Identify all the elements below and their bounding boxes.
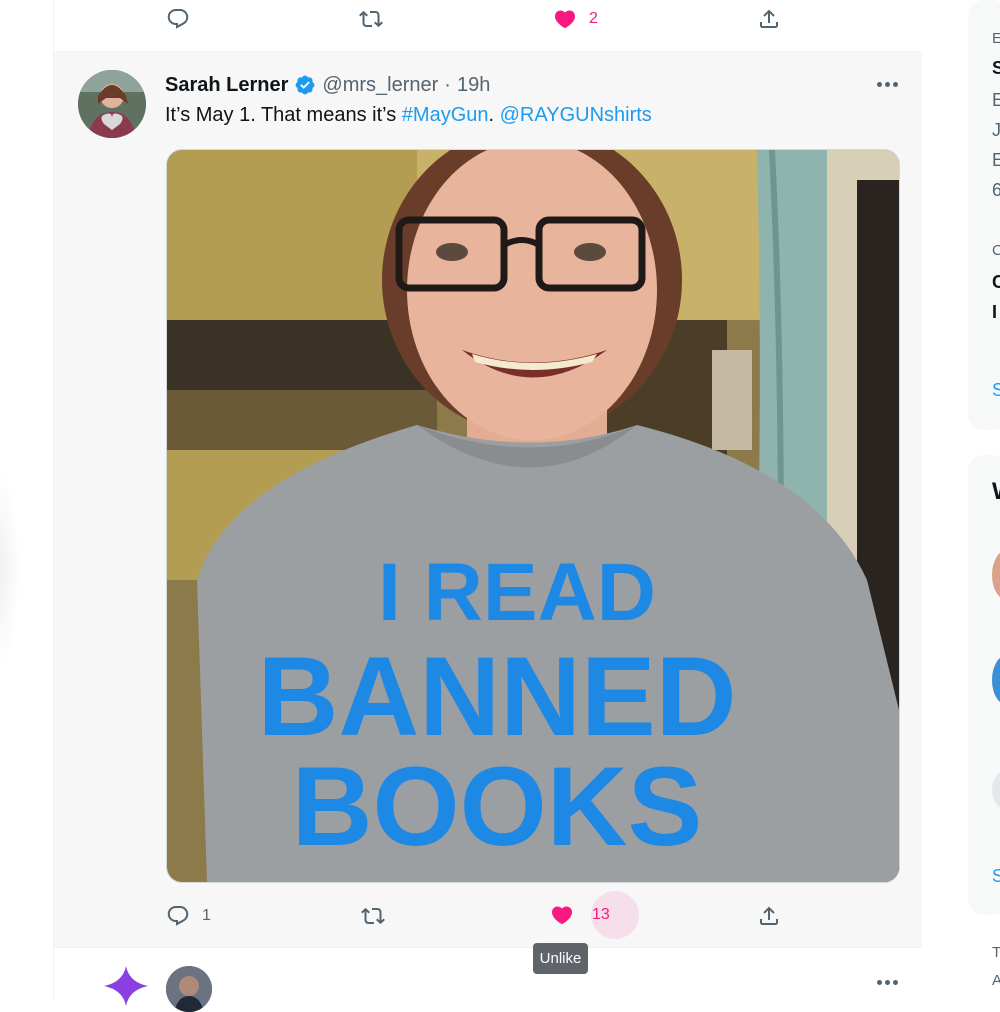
share-button[interactable] xyxy=(757,904,781,928)
mention-link[interactable]: @RAYGUNshirts xyxy=(500,104,652,126)
like-button[interactable]: 2 xyxy=(553,7,598,31)
retweet-icon xyxy=(361,907,385,925)
show-more-link[interactable]: S xyxy=(992,866,1000,887)
tweet-text-middle: . xyxy=(488,104,500,126)
shirt-text-line1: I READ xyxy=(378,547,656,638)
like-count: 13 xyxy=(592,906,610,923)
reply-button[interactable] xyxy=(166,7,190,31)
tweet-text: It’s May 1. That means it’s #MayGun. @RA… xyxy=(165,104,652,127)
more-dot xyxy=(884,979,890,985)
avatar-image xyxy=(166,966,212,1012)
sidebar-fragment: E xyxy=(992,90,1000,110)
separator-dot: · xyxy=(444,73,451,96)
unlike-button[interactable]: 13 xyxy=(550,903,610,927)
share-button[interactable] xyxy=(757,7,781,31)
share-icon xyxy=(760,906,778,925)
footer-link[interactable]: A xyxy=(992,972,1000,989)
sidebar-fragment[interactable]: S xyxy=(992,58,1000,79)
right-sidebar: E S E J E 6 C C I S W S T A xyxy=(922,0,1000,1000)
tooltip-label: Unlike xyxy=(539,950,582,967)
heart-filled-icon xyxy=(554,10,576,29)
footer-link[interactable]: T xyxy=(992,944,1000,961)
next-author-avatar[interactable] xyxy=(166,966,212,1012)
heart-filled-icon xyxy=(551,906,573,925)
reply-button[interactable]: 1 xyxy=(166,904,211,928)
sidebar-fragment[interactable]: C xyxy=(992,272,1000,293)
more-options-button[interactable] xyxy=(875,970,899,994)
retweet-button[interactable] xyxy=(359,7,383,31)
hashtag-link[interactable]: #MayGun xyxy=(402,104,489,126)
sidebar-fragment: E xyxy=(992,30,1000,47)
more-dot xyxy=(892,979,898,985)
unlike-tooltip: Unlike xyxy=(533,943,588,974)
photo-image: I READ BANNED BOOKS xyxy=(167,150,899,882)
share-icon xyxy=(760,9,778,28)
next-tweet[interactable] xyxy=(54,948,923,1012)
shirt-text-line3: BOOKS xyxy=(292,744,703,869)
avatar-image xyxy=(78,70,146,138)
verified-badge-icon xyxy=(295,75,315,95)
tweet-time[interactable]: 19h xyxy=(457,74,490,97)
like-count: 2 xyxy=(589,10,598,27)
sidebar-fragment: C xyxy=(992,242,1000,259)
more-dot xyxy=(876,81,882,87)
reply-icon xyxy=(167,9,189,29)
sidebar-fragment: J xyxy=(992,120,1000,140)
reply-count: 1 xyxy=(202,907,211,924)
sidebar-fragment[interactable]: I xyxy=(992,302,997,323)
sidebar-fragment: E xyxy=(992,150,1000,170)
more-options-button[interactable] xyxy=(875,72,899,96)
more-dot xyxy=(884,81,890,87)
timeline: 2 Sarah Lerner @mrs_lerner · 19h It’s Ma… xyxy=(53,0,924,1012)
tweet[interactable]: Sarah Lerner @mrs_lerner · 19h It’s May … xyxy=(54,52,923,948)
previous-tweet-actions: 2 xyxy=(54,0,923,52)
retweet-button[interactable] xyxy=(361,904,385,928)
author-avatar[interactable] xyxy=(78,70,146,138)
sparkle-icon xyxy=(104,966,148,1006)
sidebar-fragment: W xyxy=(992,478,1000,506)
author-name[interactable]: Sarah Lerner xyxy=(165,74,288,97)
shirt-text-line2: BANNED xyxy=(257,634,736,759)
left-gutter-shadow xyxy=(0,470,20,670)
author-handle[interactable]: @mrs_lerner xyxy=(322,74,438,97)
sidebar-fragment: 6 xyxy=(992,180,1000,200)
tweet-text-prefix: It’s May 1. That means it’s xyxy=(165,104,402,126)
tweet-photo[interactable]: I READ BANNED BOOKS xyxy=(166,149,900,883)
tweet-header: Sarah Lerner @mrs_lerner · 19h xyxy=(165,72,490,98)
more-dot xyxy=(892,81,898,87)
reply-icon xyxy=(167,906,189,926)
show-more-link[interactable]: S xyxy=(992,380,1000,401)
retweet-icon xyxy=(359,10,383,28)
more-dot xyxy=(876,979,882,985)
